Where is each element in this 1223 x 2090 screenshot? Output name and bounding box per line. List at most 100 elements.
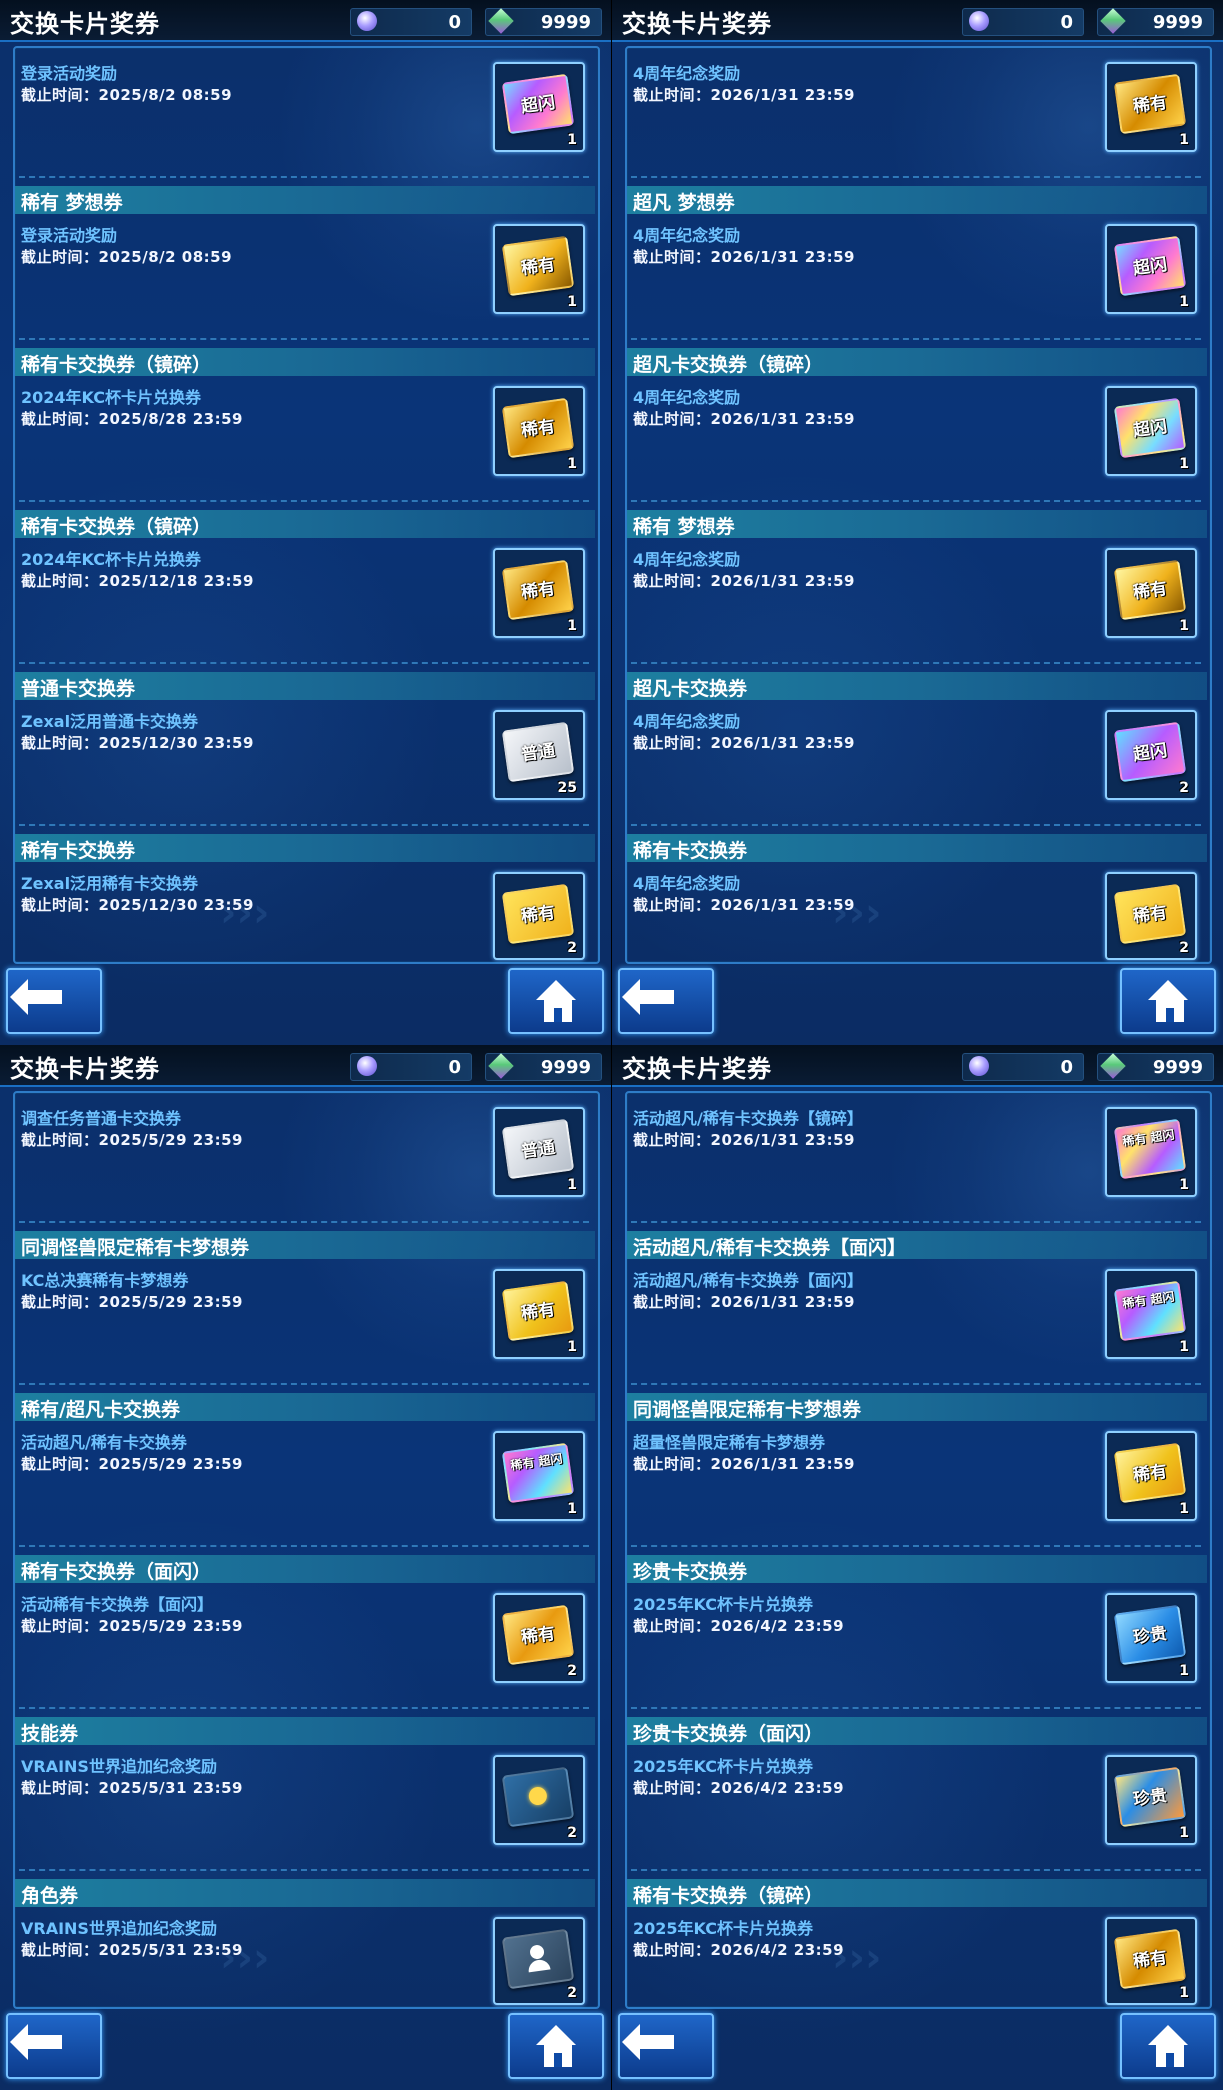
ticket-quantity: 2: [567, 1663, 577, 1679]
list-item[interactable]: 普通卡交换券 Zexal泛用普通卡交换券 截止时间：2025/12/30 23:…: [15, 672, 595, 832]
ticket-deadline: 截止时间：2025/5/29 23:59: [21, 1131, 243, 1149]
home-button[interactable]: [508, 2013, 604, 2079]
back-button[interactable]: [6, 968, 102, 1034]
orb-icon: [357, 1056, 377, 1076]
home-button[interactable]: [1120, 2013, 1216, 2079]
ticket-name: 登录活动奖励: [21, 226, 118, 245]
ticket-slot[interactable]: 2: [493, 1917, 585, 2005]
ticket-deadline: 截止时间：2025/5/29 23:59: [21, 1455, 243, 1473]
ticket-slot[interactable]: 超闪 1: [1105, 224, 1197, 314]
list-item[interactable]: 稀有卡交换券（镜碎） 2024年KC杯卡片兑换券 截止时间：2025/12/18…: [15, 510, 595, 670]
list-item[interactable]: 珍贵卡交换券（面闪） 2025年KC杯卡片兑换券 截止时间：2026/4/2 2…: [627, 1717, 1207, 1877]
home-icon: [536, 2025, 576, 2067]
ticket-slot[interactable]: 稀有 1: [1105, 62, 1197, 152]
header-bar: 交换卡片奖券 0 9999: [612, 0, 1223, 42]
ticket-deadline: 截止时间：2026/1/31 23:59: [633, 1131, 855, 1149]
ticket-slot[interactable]: 超闪 2: [1105, 710, 1197, 800]
ticket-slot[interactable]: 稀有 超闪 1: [493, 1431, 585, 1521]
panel-bottom-right: 交换卡片奖券 0 9999 ››› 活动超凡/稀有卡交换券【镜碎】 截止时间：2…: [612, 1045, 1223, 2090]
divider: [631, 1545, 1201, 1547]
back-button[interactable]: [6, 2013, 102, 2079]
rare-ultra-ticket-icon: 稀有 超闪: [501, 1442, 575, 1504]
ticket-quantity: 1: [1179, 1339, 1189, 1355]
ticket-name: 4周年纪念奖励: [633, 874, 741, 893]
list-item[interactable]: 超凡卡交换券 4周年纪念奖励 截止时间：2026/1/31 23:59 超闪 2: [627, 672, 1207, 832]
home-button[interactable]: [1120, 968, 1216, 1034]
orb-currency: 0: [350, 1053, 472, 1081]
ticket-name: 活动超凡/稀有卡交换券【镜碎】: [633, 1109, 863, 1128]
list-item[interactable]: 调查任务普通卡交换券 截止时间：2025/5/29 23:59 普通 1: [15, 1093, 595, 1253]
section-header: 稀有/超凡卡交换券: [15, 1393, 595, 1421]
ticket-quantity: 2: [567, 940, 577, 956]
gem-icon: [1100, 8, 1126, 34]
rare-ticket-icon: 稀有: [501, 397, 575, 459]
ticket-slot[interactable]: 珍贵 1: [1105, 1593, 1197, 1683]
home-icon: [1148, 980, 1188, 1022]
ticket-slot[interactable]: 稀有 1: [493, 1269, 585, 1359]
list-item[interactable]: 稀有/超凡卡交换券 活动超凡/稀有卡交换券 截止时间：2025/5/29 23:…: [15, 1393, 595, 1553]
ticket-slot[interactable]: 稀有 2: [493, 1593, 585, 1683]
ticket-slot[interactable]: 稀有 2: [1105, 872, 1197, 960]
list-item[interactable]: 同调怪兽限定稀有卡梦想券 超量怪兽限定稀有卡梦想券 截止时间：2026/1/31…: [627, 1393, 1207, 1553]
rare-ticket-icon: 稀有: [1113, 883, 1187, 945]
ticket-slot[interactable]: 稀有 1: [493, 224, 585, 314]
ultra-ticket-icon: 超闪: [1113, 235, 1187, 297]
ticket-slot[interactable]: 普通 25: [493, 710, 585, 800]
ticket-name: 2024年KC杯卡片兑换券: [21, 550, 201, 569]
back-button[interactable]: [618, 968, 714, 1034]
ticket-slot[interactable]: 2: [493, 1755, 585, 1845]
section-header: 同调怪兽限定稀有卡梦想券: [15, 1231, 595, 1259]
gem-currency: 9999: [1097, 1053, 1214, 1081]
ticket-slot[interactable]: 稀有 2: [493, 872, 585, 960]
ticket-name: 超量怪兽限定稀有卡梦想券: [633, 1433, 826, 1452]
ticket-quantity: 2: [1179, 780, 1189, 796]
list-item[interactable]: 同调怪兽限定稀有卡梦想券 KC总决赛稀有卡梦想券 截止时间：2025/5/29 …: [15, 1231, 595, 1391]
section-header: 超凡卡交换券: [627, 672, 1207, 700]
gem-icon: [488, 1053, 514, 1079]
orb-count: 0: [1060, 1057, 1073, 1078]
list-item[interactable]: 活动超凡/稀有卡交换券【面闪】 活动超凡/稀有卡交换券【面闪】 截止时间：202…: [627, 1231, 1207, 1391]
list-item[interactable]: 稀有 梦想券 4周年纪念奖励 截止时间：2026/1/31 23:59 稀有 1: [627, 510, 1207, 670]
ticket-name: KC总决赛稀有卡梦想券: [21, 1271, 189, 1290]
list-item[interactable]: 超凡 梦想券 4周年纪念奖励 截止时间：2026/1/31 23:59 超闪 1: [627, 186, 1207, 346]
back-button[interactable]: [618, 2013, 714, 2079]
rare-ticket-icon: 稀有: [501, 883, 575, 945]
gem-icon: [488, 8, 514, 34]
ticket-slot[interactable]: 稀有 超闪 1: [1105, 1269, 1197, 1359]
ticket-slot[interactable]: 稀有 1: [1105, 1917, 1197, 2005]
gem-count: 9999: [1152, 1057, 1203, 1078]
ticket-slot[interactable]: 稀有 1: [493, 548, 585, 638]
orb-count: 0: [1060, 12, 1073, 33]
ticket-slot[interactable]: 珍贵 1: [1105, 1755, 1197, 1845]
divider: [19, 1707, 589, 1709]
rare-ticket-icon: 稀有: [1113, 559, 1187, 621]
section-header: 珍贵卡交换券（面闪）: [627, 1717, 1207, 1745]
divider: [19, 1221, 589, 1223]
list-item[interactable]: 4周年纪念奖励 截止时间：2026/1/31 23:59 稀有 1: [627, 48, 1207, 208]
ticket-name: 活动稀有卡交换券【面闪】: [21, 1595, 214, 1614]
list-item[interactable]: 稀有卡交换券（面闪） 活动稀有卡交换券【面闪】 截止时间：2025/5/29 2…: [15, 1555, 595, 1715]
list-item[interactable]: 技能券 VRAINS世界追加纪念奖励 截止时间：2025/5/31 23:59 …: [15, 1717, 595, 1877]
home-button[interactable]: [508, 968, 604, 1034]
page-title: 交换卡片奖券: [10, 10, 160, 38]
ticket-slot[interactable]: 稀有 1: [1105, 1431, 1197, 1521]
divider: [19, 1869, 589, 1871]
ticket-slot[interactable]: 超闪 1: [1105, 386, 1197, 476]
ticket-quantity: 1: [1179, 1985, 1189, 2001]
ticket-slot[interactable]: 稀有 1: [1105, 548, 1197, 638]
ticket-deadline: 截止时间：2026/1/31 23:59: [633, 1455, 855, 1473]
list-item[interactable]: 珍贵卡交换券 2025年KC杯卡片兑换券 截止时间：2026/4/2 23:59…: [627, 1555, 1207, 1715]
back-arrow-icon: [10, 2024, 62, 2060]
ticket-slot[interactable]: 普通 1: [493, 1107, 585, 1197]
ticket-name: 4周年纪念奖励: [633, 388, 741, 407]
list-item[interactable]: 稀有卡交换券（镜碎） 2024年KC杯卡片兑换券 截止时间：2025/8/28 …: [15, 348, 595, 508]
ticket-quantity: 1: [1179, 1825, 1189, 1841]
ticket-slot[interactable]: 稀有 1: [493, 386, 585, 476]
ticket-slot[interactable]: 稀有 超闪 1: [1105, 1107, 1197, 1197]
list-item[interactable]: 登录活动奖励 截止时间：2025/8/2 08:59 超闪 1: [15, 48, 595, 208]
list-item[interactable]: 超凡卡交换券（镜碎） 4周年纪念奖励 截止时间：2026/1/31 23:59 …: [627, 348, 1207, 508]
list-item[interactable]: 活动超凡/稀有卡交换券【镜碎】 截止时间：2026/1/31 23:59 稀有 …: [627, 1093, 1207, 1253]
ticket-quantity: 1: [567, 1177, 577, 1193]
ticket-slot[interactable]: 超闪 1: [493, 62, 585, 152]
list-item[interactable]: 稀有 梦想券 登录活动奖励 截止时间：2025/8/2 08:59 稀有 1: [15, 186, 595, 346]
